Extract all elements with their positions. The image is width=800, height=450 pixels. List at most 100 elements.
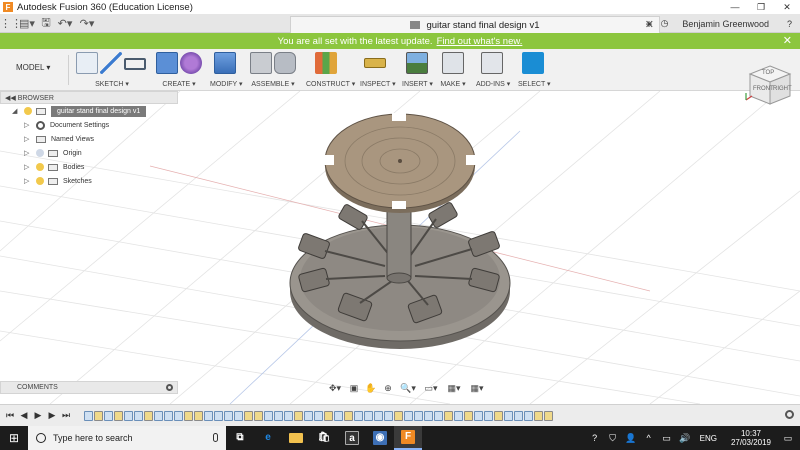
create-group[interactable]: CREATE ▾ [156,52,202,88]
user-name[interactable]: Benjamin Greenwood [682,19,769,29]
timeline-feature[interactable] [344,411,353,421]
make-label[interactable]: MAKE ▾ [440,80,466,88]
sketch-label[interactable]: SKETCH ▾ [76,80,148,88]
timeline-feature[interactable] [404,411,413,421]
timeline-feature[interactable] [474,411,483,421]
timeline-feature[interactable] [504,411,513,421]
timeline-feature[interactable] [494,411,503,421]
taskbar-task-view[interactable]: ⧉ [226,426,254,450]
select-label[interactable]: SELECT ▾ [518,80,551,88]
joint-icon[interactable] [274,52,296,74]
tree-item-label[interactable]: Bodies [63,164,84,171]
timeline-feature[interactable] [424,411,433,421]
add-ins-label[interactable]: ADD-INS ▾ [476,80,510,88]
expand-right-icon[interactable]: ▷ [24,177,32,185]
redo-icon[interactable]: ↷▾ [76,17,98,30]
model-top-plate[interactable] [324,113,476,213]
timeline-feature[interactable] [194,411,203,421]
tree-item-named-views[interactable]: ▷ Named Views [0,132,178,146]
language-indicator[interactable]: ENG [700,434,717,443]
taskbar-amazon[interactable]: a [338,426,366,450]
taskbar-store[interactable]: 🛍 [310,426,338,450]
viewports-icon[interactable]: ▦▾ [467,383,487,393]
timeline-feature[interactable] [324,411,333,421]
sketch-group[interactable]: SKETCH ▾ [76,52,148,88]
inspect-group[interactable]: INSPECT ▾ [360,52,396,88]
search-placeholder[interactable]: Type here to search [53,433,133,443]
timeline-feature[interactable] [84,411,93,421]
timeline-back-button[interactable]: ◀ [17,410,31,421]
timeline-feature[interactable] [114,411,123,421]
visibility-bulb-icon[interactable] [36,149,44,157]
taskbar-fusion-360[interactable]: F [394,426,422,450]
taskbar-search[interactable]: Type here to search [28,426,226,450]
3d-print-icon[interactable] [442,52,464,74]
timeline-feature[interactable] [134,411,143,421]
construct-group[interactable]: CONSTRUCT ▾ [306,52,355,88]
sketch-create-icon[interactable] [76,52,98,74]
close-window-button[interactable]: ✕ [774,0,800,14]
timeline-feature[interactable] [294,411,303,421]
timeline-feature[interactable] [264,411,273,421]
timeline-play-button[interactable]: ▶ [31,410,45,421]
pan-icon[interactable]: ✋ [364,383,378,393]
expand-right-icon[interactable]: ▷ [24,163,32,171]
job-status-icon[interactable]: ◷ [661,18,669,29]
insert-image-icon[interactable] [406,52,428,74]
clock[interactable]: 10:37 27/03/2019 [731,429,771,447]
expand-down-icon[interactable]: ◢ [12,107,20,115]
timeline-feature[interactable] [204,411,213,421]
extrude-icon[interactable] [156,52,178,74]
fit-icon[interactable]: 🔍▾ [398,383,418,393]
visibility-bulb-icon[interactable] [24,107,32,115]
timeline-feature[interactable] [274,411,283,421]
help-icon[interactable]: ? [787,19,792,29]
viewcube-right-label[interactable]: RIGHT [773,86,792,92]
battery-icon[interactable]: ▭ [661,433,673,444]
display-settings-icon[interactable]: ▭▾ [421,383,441,393]
timeline-feature[interactable] [514,411,523,421]
tree-item-bodies[interactable]: ▷ Bodies [0,160,178,174]
timeline-feature[interactable] [444,411,453,421]
assemble-label[interactable]: ASSEMBLE ▾ [250,80,296,88]
add-ins-group[interactable]: ADD-INS ▾ [476,52,510,88]
timeline-feature[interactable] [384,411,393,421]
select-group[interactable]: SELECT ▾ [518,52,551,88]
viewcube[interactable]: TOP FRONT RIGHT [744,60,796,112]
defender-icon[interactable]: ⛉ [607,433,619,444]
timeline-feature[interactable] [334,411,343,421]
timeline-feature[interactable] [164,411,173,421]
file-menu-icon[interactable]: ▤▾ [16,17,38,30]
timeline-feature[interactable] [314,411,323,421]
line-icon[interactable] [100,52,122,74]
timeline-feature[interactable] [154,411,163,421]
timeline-feature[interactable] [414,411,423,421]
modify-label[interactable]: MODIFY ▾ [210,80,243,88]
timeline-feature[interactable] [354,411,363,421]
browser-header[interactable]: ◀◀ BROWSER [0,91,178,104]
expand-right-icon[interactable]: ▷ [24,149,32,157]
help-tray-icon[interactable]: ? [589,433,601,443]
tree-item-document-settings[interactable]: ▷ Document Settings [0,118,178,132]
orbit-icon[interactable]: ✥▾ [326,383,344,393]
start-button[interactable]: ⊞ [0,431,28,445]
expand-right-icon[interactable]: ▷ [24,135,32,143]
rectangle-icon[interactable] [124,58,146,70]
visibility-bulb-icon[interactable] [36,163,44,171]
timeline-feature[interactable] [224,411,233,421]
tree-root-label[interactable]: guitar stand final design v1 [51,105,147,117]
timeline-settings-icon[interactable] [785,410,794,419]
inspect-label[interactable]: INSPECT ▾ [360,80,396,88]
tree-item-label[interactable]: Document Settings [50,122,109,129]
timeline-start-button[interactable]: ⏮ [3,410,17,421]
document-tab[interactable]: guitar stand final design v1 ✕ [290,16,660,33]
undo-icon[interactable]: ↶▾ [54,17,76,30]
grid-settings-icon[interactable]: ▦▾ [444,383,464,393]
timeline-feature[interactable] [304,411,313,421]
timeline-feature[interactable] [524,411,533,421]
press-pull-icon[interactable] [214,52,236,74]
timeline-feature[interactable] [454,411,463,421]
modify-group[interactable]: MODIFY ▾ [210,52,243,88]
tree-item-label[interactable]: Named Views [51,136,94,143]
timeline-forward-button[interactable]: ▶ [45,410,59,421]
